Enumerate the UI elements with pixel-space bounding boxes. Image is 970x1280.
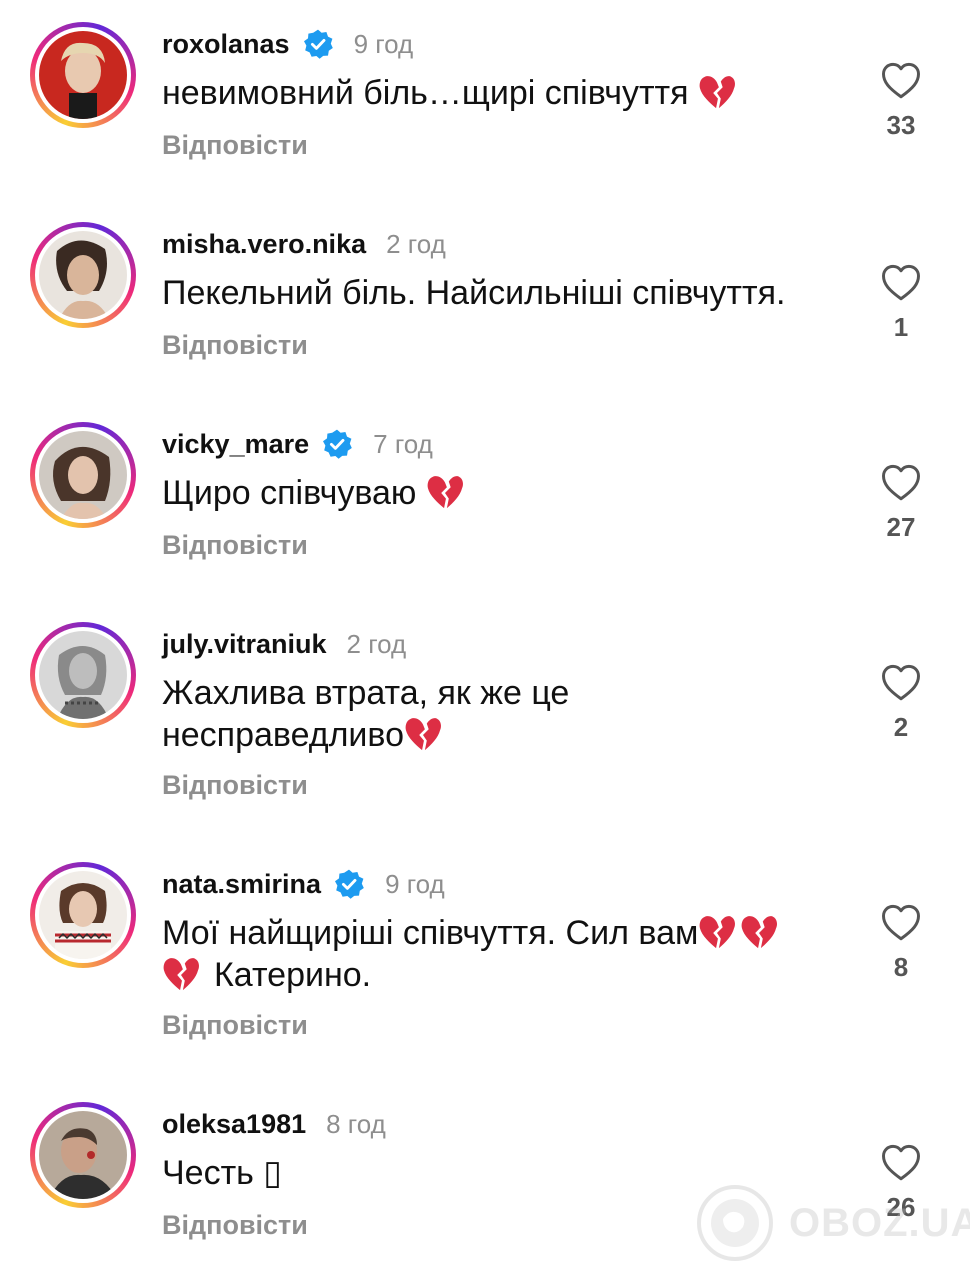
like-control[interactable]: 33 (868, 60, 934, 141)
broken-heart-emoji-icon (426, 474, 464, 510)
comment-meta: july.vitraniuk 2 год (162, 624, 406, 664)
timestamp: 2 год (346, 628, 407, 659)
avatar[interactable] (39, 871, 127, 959)
username[interactable]: nata.smirina (162, 869, 321, 900)
username[interactable]: roxolanas (162, 29, 290, 60)
watermark-logo-icon (697, 1185, 773, 1261)
avatar-story-ring[interactable] (30, 222, 136, 328)
like-count: 1 (893, 312, 909, 342)
heart-outline-icon[interactable] (880, 60, 922, 102)
verified-badge-icon (333, 868, 365, 900)
broken-heart-emoji-icon (162, 956, 200, 992)
avatar[interactable] (39, 631, 127, 719)
comment-meta: vicky_mare 7 год (162, 424, 433, 464)
broken-heart-emoji-icon (698, 914, 736, 950)
timestamp: 9 год (385, 868, 445, 899)
reply-button[interactable]: Відповісти (162, 130, 308, 161)
comment-text: Щиро співчуваю (162, 472, 842, 514)
avatar-story-ring[interactable] (30, 22, 136, 128)
comment-meta: roxolanas 9 год (162, 24, 413, 64)
reply-button[interactable]: Відповісти (162, 770, 308, 801)
reply-button[interactable]: Відповісти (162, 330, 308, 361)
like-control[interactable]: 8 (868, 902, 934, 983)
broken-heart-emoji-icon (404, 716, 442, 752)
timestamp: 7 год (373, 428, 433, 459)
like-count: 8 (893, 952, 909, 982)
reply-button[interactable]: Відповісти (162, 530, 308, 561)
watermark-text: OBOZ.UA (789, 1200, 970, 1245)
comment-text: невимовний біль…щирі співчуття (162, 72, 842, 114)
avatar[interactable] (39, 1111, 127, 1199)
like-control[interactable]: 2 (868, 662, 934, 743)
comment-text-line-body: Мої найщиріші співчуття. Сил вам (162, 914, 699, 952)
comment-text-line-body: несправедливо (162, 716, 405, 754)
comment-text: Жахлива втрата, як же це несправедливо (162, 672, 842, 756)
avatar[interactable] (39, 231, 127, 319)
username[interactable]: vicky_mare (162, 429, 309, 460)
comment-text: Пекельний біль. Найсильніші співчуття. (162, 272, 842, 314)
heart-outline-icon[interactable] (880, 1142, 922, 1184)
reply-button[interactable]: Відповісти (162, 1010, 308, 1041)
watermark: OBOZ.UA (695, 1183, 970, 1263)
broken-heart-emoji-icon (740, 914, 778, 950)
comment-text-line-body: Катерино. (214, 956, 372, 994)
comment-text-line: несправедливо (162, 714, 842, 756)
username[interactable]: oleksa1981 (162, 1109, 306, 1140)
username[interactable]: misha.vero.nika (162, 229, 366, 260)
heart-outline-icon[interactable] (880, 902, 922, 944)
comment-meta: misha.vero.nika 2 год (162, 224, 446, 264)
comment-text-line: Катерино. (162, 954, 842, 996)
username[interactable]: july.vitraniuk (162, 629, 327, 660)
avatar[interactable] (39, 431, 127, 519)
comment-text-body: Щиро співчуваю (162, 474, 417, 512)
verified-badge-icon (321, 428, 353, 460)
heart-outline-icon[interactable] (880, 262, 922, 304)
comment-meta: nata.smirina 9 год (162, 864, 445, 904)
reply-button[interactable]: Відповісти (162, 1210, 308, 1241)
heart-outline-icon[interactable] (880, 662, 922, 704)
like-control[interactable]: 27 (868, 462, 934, 543)
avatar-story-ring[interactable] (30, 862, 136, 968)
comment-text-body: невимовний біль…щирі співчуття (162, 74, 689, 112)
timestamp: 9 год (353, 28, 414, 59)
avatar-story-ring[interactable] (30, 422, 136, 528)
like-control[interactable]: 1 (868, 262, 934, 343)
comment-text-line: Мої найщиріші співчуття. Сил вам (162, 912, 842, 954)
like-count: 2 (893, 712, 909, 742)
timestamp: 2 год (386, 228, 446, 259)
comment-text-body: Пекельний біль. Найсильніші співчуття. (162, 274, 786, 312)
like-count: 33 (886, 110, 916, 140)
comment-text: Мої найщиріші співчуття. Сил вам Катерин… (162, 912, 842, 996)
timestamp: 8 год (326, 1108, 386, 1139)
comment-text-body: Честь ▯ (162, 1154, 283, 1192)
like-count: 27 (886, 512, 916, 542)
verified-badge-icon (302, 28, 334, 60)
avatar[interactable] (39, 31, 127, 119)
avatar-story-ring[interactable] (30, 622, 136, 728)
comment-meta: oleksa1981 8 год (162, 1104, 386, 1144)
comment-text-line: Жахлива втрата, як же це (162, 674, 570, 712)
heart-outline-icon[interactable] (880, 462, 922, 504)
broken-heart-emoji-icon (698, 74, 736, 110)
avatar-story-ring[interactable] (30, 1102, 136, 1208)
